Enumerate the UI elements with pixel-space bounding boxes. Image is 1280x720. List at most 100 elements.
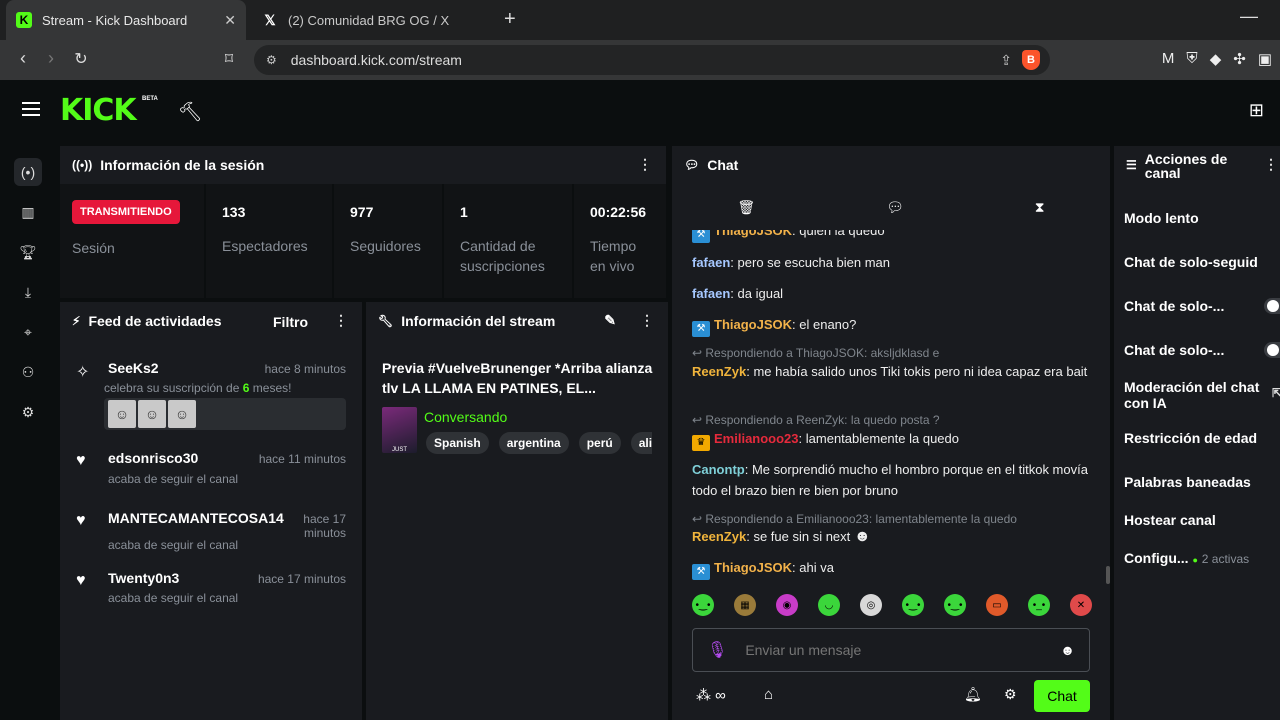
- emote-icon[interactable]: •‿•: [692, 594, 714, 616]
- brave-shield-icon[interactable]: B: [1022, 50, 1040, 70]
- reply-context[interactable]: ↩ Respondiendo a ThiagoJSOK: aksljdklasd…: [692, 346, 939, 360]
- trash-icon[interactable]: 🗑︎: [737, 199, 755, 216]
- store-icon[interactable]: ⌂: [764, 686, 773, 703]
- tag[interactable]: Spanish: [426, 432, 489, 454]
- action-emotes-only[interactable]: Chat de solo-...: [1124, 342, 1280, 358]
- browser-tab-x[interactable]: 𝕏 (2) Comunidad BRG OG / X: [252, 0, 492, 40]
- download-icon[interactable]: ⤓: [14, 278, 42, 306]
- points-icon[interactable]: ⁂ ∞: [696, 686, 726, 704]
- tag[interactable]: perú: [578, 432, 621, 454]
- emote-icon[interactable]: ◎: [860, 594, 882, 616]
- kick-logo[interactable]: KICK: [60, 96, 137, 126]
- settings-icon[interactable]: ⚙: [14, 398, 42, 426]
- more-options-icon[interactable]: ⋮: [334, 312, 348, 329]
- emote-icon[interactable]: •‿•: [902, 594, 924, 616]
- extension-shield-icon[interactable]: ⛨: [1186, 50, 1197, 68]
- close-icon[interactable]: ✕: [224, 12, 236, 29]
- emote-icon[interactable]: ◉: [776, 594, 798, 616]
- chat-scrollbar[interactable]: [1106, 566, 1110, 584]
- chat-username[interactable]: ThiagoJSOK: [714, 230, 792, 238]
- more-options-icon[interactable]: ⋮: [640, 312, 654, 329]
- chat-message-input[interactable]: [745, 642, 1061, 658]
- feed-desc: acaba de seguir el canal: [108, 472, 239, 486]
- back-icon[interactable]: ‹: [8, 48, 38, 69]
- stat-label: Seguidores: [350, 238, 421, 254]
- feed-desc: acaba de seguir el canal: [108, 538, 239, 552]
- toggle-switch[interactable]: [1264, 342, 1280, 358]
- forward-icon[interactable]: ›: [36, 48, 66, 69]
- emote-icon[interactable]: ▦: [734, 594, 756, 616]
- minimize-icon[interactable]: —: [1240, 6, 1258, 27]
- feed-time: hace 11 minutos: [258, 452, 346, 466]
- action-followers-only[interactable]: Chat de solo-seguid›: [1124, 254, 1280, 270]
- feed-user[interactable]: Twenty0n3: [108, 570, 179, 586]
- chat-send-button[interactable]: Chat: [1034, 680, 1090, 712]
- emoji-icon[interactable]: ☻: [1060, 642, 1075, 658]
- chat-username[interactable]: fafaen: [692, 286, 730, 301]
- focus-icon[interactable]: ⌖: [14, 318, 42, 346]
- more-options-icon[interactable]: ⋮: [638, 156, 652, 173]
- emote-icon[interactable]: •_•: [1028, 594, 1050, 616]
- emote-icon[interactable]: •‿•: [944, 594, 966, 616]
- chat-message: ReenZyk: me había salido unos Tiki tokis…: [692, 364, 1088, 379]
- chat-username[interactable]: Canontp: [692, 462, 745, 477]
- analytics-icon[interactable]: ▥: [14, 198, 42, 226]
- chat-username[interactable]: ThiagoJSOK: [714, 560, 792, 575]
- feed-user[interactable]: SeeKs2: [108, 360, 159, 376]
- extension-box-icon[interactable]: ▣: [1258, 50, 1272, 68]
- share-icon[interactable]: ⇪: [1000, 52, 1012, 69]
- broadcast-icon[interactable]: (•): [14, 158, 42, 186]
- menu-icon[interactable]: [22, 102, 40, 116]
- gift-icon[interactable]: ⊞: [1249, 100, 1264, 121]
- bookmark-icon[interactable]: ⌑: [214, 49, 244, 69]
- extension-m-icon[interactable]: M: [1162, 50, 1175, 68]
- tag[interactable]: alia: [630, 432, 652, 454]
- edit-icon[interactable]: ✎: [604, 312, 616, 329]
- extension-diamond-icon[interactable]: ◆: [1210, 50, 1222, 68]
- stream-category[interactable]: Conversando: [424, 409, 507, 425]
- app-header: KICK BETA 🔨︎ ⊞: [0, 80, 1280, 142]
- action-subscribers-only[interactable]: Chat de solo-...: [1124, 298, 1280, 314]
- action-age-restriction[interactable]: Restricción de edad›: [1124, 430, 1280, 446]
- action-settings[interactable]: Configu... ● 2 activas›: [1124, 550, 1280, 568]
- action-banned-words[interactable]: Palabras baneadas›: [1124, 474, 1280, 490]
- new-tab-icon[interactable]: +: [504, 8, 516, 31]
- action-host-channel[interactable]: Hostear canal: [1124, 512, 1280, 528]
- chat-username[interactable]: ReenZyk: [692, 364, 746, 379]
- browser-tab-kick[interactable]: K Stream - Kick Dashboard ✕: [6, 0, 246, 40]
- action-slow-mode[interactable]: Modo lento›: [1124, 210, 1280, 226]
- toggle-switch[interactable]: [1264, 298, 1280, 314]
- extensions-puzzle-icon[interactable]: ✣: [1233, 50, 1246, 68]
- feed-user[interactable]: MANTECAMANTECOSA14: [108, 510, 284, 526]
- microphone-icon[interactable]: 🎙︎: [707, 640, 727, 660]
- chat-message-icon[interactable]: 💬︎: [886, 199, 904, 216]
- hammer-icon[interactable]: 🔨︎: [178, 100, 202, 124]
- emote-icon[interactable]: ▭: [986, 594, 1008, 616]
- site-info-icon[interactable]: ⚙: [266, 53, 277, 67]
- reply-context[interactable]: ↩ Respondiendo a ReenZyk: la quedo posta…: [692, 413, 940, 427]
- chat-username[interactable]: ThiagoJSOK: [714, 317, 792, 332]
- filter-button[interactable]: Filtro: [273, 314, 308, 330]
- hourglass-icon[interactable]: ⧗: [1035, 199, 1045, 216]
- chat-settings-icon[interactable]: ⚙: [1004, 686, 1017, 703]
- tag[interactable]: argentina: [498, 432, 569, 454]
- chat-username[interactable]: ReenZyk: [692, 529, 746, 544]
- chat-text: pero se escucha bien man: [737, 255, 891, 270]
- action-ai-moderation[interactable]: Moderación del chat con IA ⇱: [1124, 379, 1280, 411]
- chat-message: ReenZyk: se fue sin si next ☻: [692, 528, 871, 545]
- emote-icon[interactable]: ◡: [818, 594, 840, 616]
- feed-user[interactable]: edsonrisco30: [108, 450, 198, 466]
- bell-icon[interactable]: 🔔︎: [964, 686, 982, 703]
- address-bar[interactable]: ⚙ dashboard.kick.com/stream ⇪ B: [254, 45, 1050, 75]
- more-options-icon[interactable]: ⋮: [1264, 156, 1278, 173]
- reply-context[interactable]: ↩ Respondiendo a Emilianooo23: lamentabl…: [692, 512, 1017, 526]
- session-label: Sesión: [72, 240, 115, 256]
- trophy-icon[interactable]: 🏆︎: [14, 238, 42, 266]
- chat-username[interactable]: fafaen: [692, 255, 730, 270]
- community-icon[interactable]: ⚇: [14, 358, 42, 386]
- chat-username[interactable]: Emilianooo23: [714, 431, 799, 446]
- panel-title: Información de la sesión: [100, 157, 265, 173]
- reload-icon[interactable]: ↻: [66, 49, 96, 69]
- chat-text: quien la quedo: [799, 230, 885, 238]
- emote-icon[interactable]: ✕: [1070, 594, 1092, 616]
